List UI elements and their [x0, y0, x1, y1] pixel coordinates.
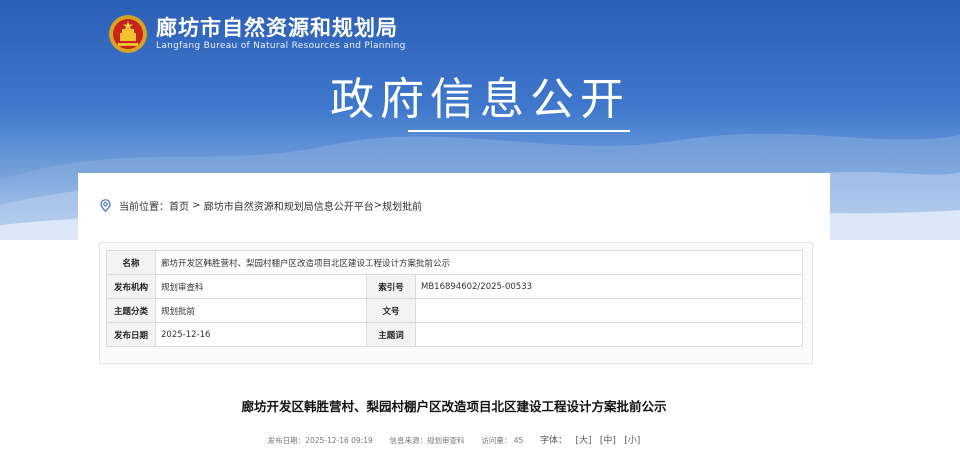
font-small-button[interactable]: [小]: [624, 436, 640, 446]
publish-label: 发布日期：: [267, 436, 306, 445]
date-value: 2025-12-16: [155, 322, 367, 347]
index-value: MB16894602/2025-00533: [415, 274, 803, 299]
font-medium-button[interactable]: [中]: [600, 436, 616, 446]
org-label: 发布机构: [106, 274, 156, 299]
national-emblem-icon: [109, 15, 147, 53]
article-title: 廊坊开发区韩胜营村、梨园村棚户区改造项目北区建设工程设计方案批前公示: [241, 399, 667, 414]
index-label: 索引号: [366, 274, 416, 299]
font-size-label: 字体：: [540, 436, 568, 446]
site-logo[interactable]: 廊坊市自然资源和规划局 Langfang Bureau of Natural R…: [108, 14, 406, 54]
publish-value: 2025-12-16 09:19: [305, 436, 373, 445]
topic-label: 主题分类: [106, 298, 156, 323]
table-row: 名称 廊坊开发区韩胜营村、梨园村棚户区改造项目北区建设工程设计方案批前公示: [106, 250, 803, 275]
table-row: 发布机构 规划审查科 索引号 MB16894602/2025-00533: [106, 274, 803, 299]
subject-value: [415, 322, 803, 347]
source-label: 信息来源：: [389, 436, 428, 445]
table-row: 主题分类 规划批前 文号: [106, 298, 803, 323]
breadcrumb-home-link[interactable]: 首页: [169, 198, 189, 213]
subject-label: 主题词: [366, 322, 416, 347]
site-subtitle: Langfang Bureau of Natural Resources and…: [156, 41, 406, 51]
docno-label: 文号: [366, 298, 416, 323]
visits-value: 45: [513, 436, 524, 445]
date-label: 发布日期: [106, 322, 156, 347]
name-label: 名称: [106, 250, 156, 275]
name-value: 廊坊开发区韩胜营村、梨园村棚户区改造项目北区建设工程设计方案批前公示: [155, 250, 803, 275]
site-title: 廊坊市自然资源和规划局: [156, 16, 398, 40]
breadcrumb-separator: >: [189, 200, 204, 211]
table-row: 发布日期 2025-12-16 主题词: [106, 322, 803, 347]
breadcrumb: 当前位置： 首页 > 廊坊市自然资源和规划局信息公开平台 > 规划批前: [100, 198, 422, 213]
location-pin-icon: [100, 199, 111, 212]
font-large-button[interactable]: [大]: [575, 436, 591, 446]
breadcrumb-platform-link[interactable]: 廊坊市自然资源和规划局信息公开平台: [204, 198, 374, 213]
topic-value: 规划批前: [155, 298, 367, 323]
visits-label: 访问量：: [481, 436, 512, 445]
hero-heading: 政府信息公开: [330, 74, 630, 125]
source-value: 规划审查科: [427, 436, 465, 445]
docno-value: [415, 298, 803, 323]
metadata-box: 名称 廊坊开发区韩胜营村、梨园村棚户区改造项目北区建设工程设计方案批前公示 发布…: [99, 242, 813, 364]
hero-underline: [408, 130, 630, 132]
metadata-table: 名称 廊坊开发区韩胜营村、梨园村棚户区改造项目北区建设工程设计方案批前公示 发布…: [106, 250, 803, 347]
org-value: 规划审查科: [155, 274, 367, 299]
breadcrumb-current-link[interactable]: 规划批前: [382, 198, 422, 213]
breadcrumb-separator: >: [373, 200, 383, 211]
content-panel: 当前位置： 首页 > 廊坊市自然资源和规划局信息公开平台 > 规划批前 名称 廊…: [78, 173, 830, 454]
article-info-bar: 发布日期：2025-12-16 09:19 信息来源：规划审查科 访问量： 45…: [78, 433, 830, 446]
breadcrumb-prefix: 当前位置：: [119, 202, 169, 213]
